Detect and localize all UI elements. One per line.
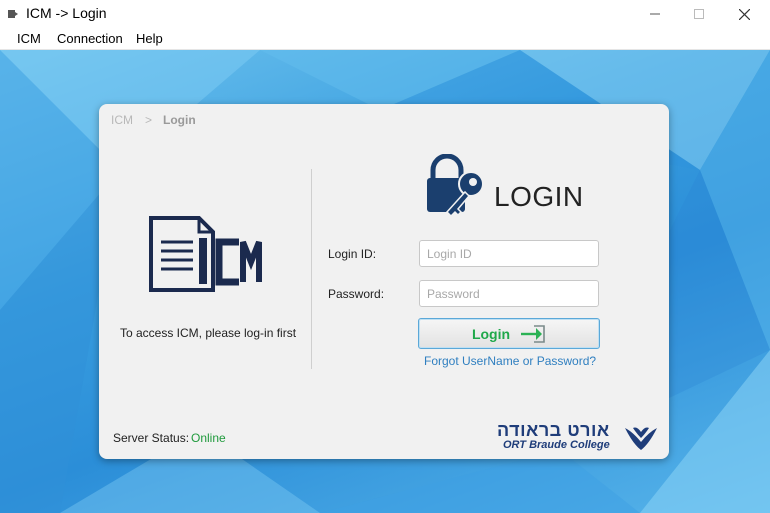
maximize-icon <box>694 9 704 19</box>
icm-document-logo <box>149 216 262 292</box>
login-button[interactable]: Login <box>418 318 600 349</box>
minimize-icon <box>650 13 660 15</box>
login-id-input[interactable] <box>419 240 599 267</box>
lock-key-icon <box>427 154 484 218</box>
breadcrumb-root[interactable]: ICM <box>111 113 133 127</box>
breadcrumb-current: Login <box>163 113 196 127</box>
ort-logo-hebrew: אורט בראודה <box>497 420 610 440</box>
password-label: Password: <box>328 287 385 301</box>
breadcrumb-separator: > <box>145 113 153 127</box>
panel-divider <box>311 169 312 369</box>
window-titlebar: ICM -> Login <box>0 0 770 28</box>
server-status-value: Online <box>191 431 226 445</box>
login-id-label: Login ID: <box>328 247 377 261</box>
menu-help[interactable]: Help <box>136 31 163 46</box>
window-title: ICM -> Login <box>26 5 107 21</box>
access-instructions: To access ICM, please log-in first <box>119 326 297 340</box>
ort-mark-icon <box>625 427 657 450</box>
ort-logo-english: ORT Braude College <box>503 439 610 451</box>
app-icon <box>8 10 18 18</box>
menubar: ICM Connection Help <box>0 28 770 50</box>
login-button-label: Login <box>471 325 511 342</box>
login-heading: LOGIN <box>494 181 584 212</box>
server-status-label: Server Status: <box>113 431 190 445</box>
login-card: ICM > Login To access ICM, please log-in… <box>99 104 669 459</box>
menu-icm[interactable]: ICM <box>17 31 41 46</box>
close-button[interactable] <box>721 0 767 28</box>
password-input[interactable] <box>419 280 599 307</box>
ort-braude-logo: אורט בראודה ORT Braude College <box>497 420 661 454</box>
menu-connection[interactable]: Connection <box>57 31 123 46</box>
close-icon <box>738 8 750 20</box>
forgot-credentials-link[interactable]: Forgot UserName or Password? <box>424 354 596 368</box>
maximize-button[interactable] <box>676 0 722 28</box>
login-arrow-icon <box>521 324 545 343</box>
minimize-button[interactable] <box>632 0 678 28</box>
